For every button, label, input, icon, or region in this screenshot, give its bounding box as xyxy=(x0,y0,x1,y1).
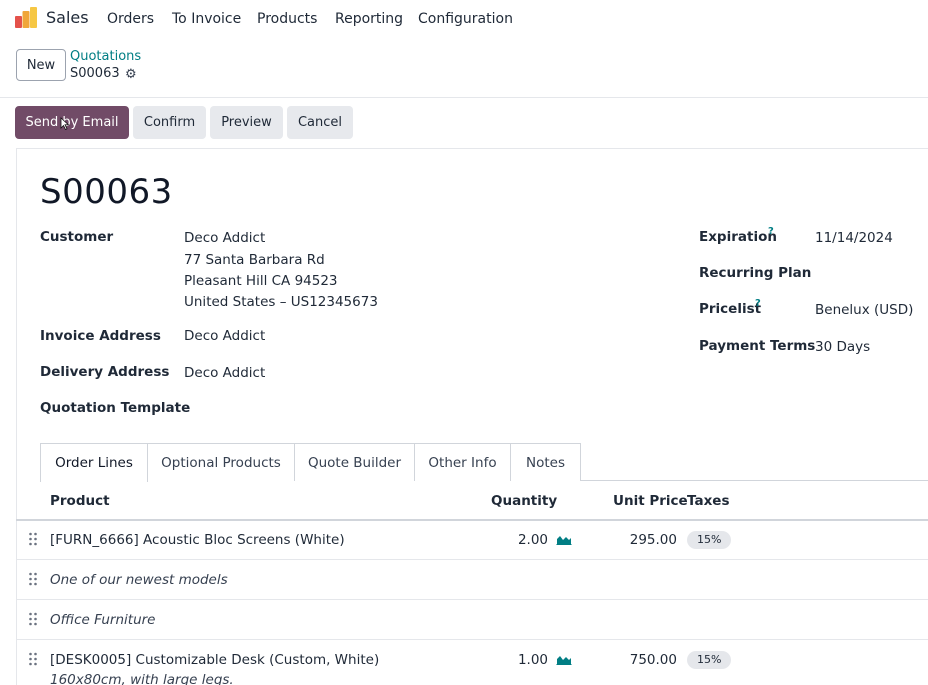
nav-products[interactable]: Products xyxy=(257,11,317,27)
nav-configuration[interactable]: Configuration xyxy=(418,11,513,27)
customer-label: Customer xyxy=(40,229,114,245)
pricelist-help-icon[interactable]: ? xyxy=(755,298,761,309)
customer-street: 77 Santa Barbara Rd xyxy=(184,252,325,268)
nav-orders[interactable]: Orders xyxy=(107,11,154,27)
control-panel: New Quotations S00063 ⚙ xyxy=(0,38,928,98)
expiration-field[interactable]: 11/14/2024 xyxy=(815,230,893,246)
forecast-chart-icon[interactable] xyxy=(556,653,572,665)
recurring-plan-label: Recurring Plan xyxy=(699,265,812,281)
invoice-address-label: Invoice Address xyxy=(40,328,161,344)
tax-badge[interactable]: 15% xyxy=(687,531,732,549)
cancel-button[interactable]: Cancel xyxy=(287,106,353,139)
table-row-quantity[interactable]: 2.00 xyxy=(488,532,548,548)
breadcrumb-quotations[interactable]: Quotations xyxy=(70,49,141,64)
pricelist-label: Pricelist xyxy=(699,301,762,317)
payment-terms-label: Payment Terms xyxy=(699,338,816,354)
sales-app-logo-icon[interactable] xyxy=(14,7,38,29)
send-by-email-button[interactable]: Send by Email xyxy=(15,106,129,139)
tab-notes[interactable]: Notes xyxy=(510,443,581,481)
table-row-description: 160x80cm, with large legs. xyxy=(50,672,234,685)
customer-city: Pleasant Hill CA 94523 xyxy=(184,273,338,289)
tab-quote-builder[interactable]: Quote Builder xyxy=(294,443,415,481)
table-row-product[interactable]: [FURN_6666] Acoustic Bloc Screens (White… xyxy=(50,532,345,548)
row-separator xyxy=(16,599,928,600)
forecast-chart-icon[interactable] xyxy=(556,533,572,545)
nav-to-invoice[interactable]: To Invoice xyxy=(172,11,241,27)
preview-button[interactable]: Preview xyxy=(210,106,283,139)
column-header-product[interactable]: Product xyxy=(50,493,110,509)
table-row-note[interactable]: One of our newest models xyxy=(50,572,228,588)
delivery-address-field[interactable]: Deco Addict xyxy=(184,365,265,381)
expiration-help-icon[interactable]: ? xyxy=(768,226,774,237)
table-row-product[interactable]: [DESK0005] Customizable Desk (Custom, Wh… xyxy=(50,652,379,668)
new-button[interactable]: New xyxy=(16,49,66,81)
delivery-address-label: Delivery Address xyxy=(40,364,170,380)
tab-optional-products[interactable]: Optional Products xyxy=(147,443,295,481)
app-name[interactable]: Sales xyxy=(46,8,89,27)
confirm-button[interactable]: Confirm xyxy=(133,106,206,139)
tab-order-lines[interactable]: Order Lines xyxy=(40,443,148,482)
tab-other-info[interactable]: Other Info xyxy=(414,443,511,481)
column-header-unit-price[interactable]: Unit Price xyxy=(613,493,688,509)
record-title: S00063 xyxy=(40,172,173,212)
table-row-quantity[interactable]: 1.00 xyxy=(488,652,548,668)
row-separator xyxy=(16,559,928,560)
quotation-template-label: Quotation Template xyxy=(40,400,191,416)
table-row-unit-price[interactable]: 295.00 xyxy=(597,532,677,548)
payment-terms-field[interactable]: 30 Days xyxy=(815,339,870,355)
nav-reporting[interactable]: Reporting xyxy=(335,11,403,27)
drag-handle-icon[interactable] xyxy=(28,532,38,546)
gear-icon[interactable]: ⚙ xyxy=(125,67,137,82)
top-navbar: Sales Orders To Invoice Products Reporti… xyxy=(0,0,928,38)
row-separator xyxy=(16,639,928,640)
column-header-quantity[interactable]: Quantity xyxy=(491,493,557,509)
form-sheet xyxy=(16,148,928,685)
drag-handle-icon[interactable] xyxy=(28,572,38,586)
breadcrumb-current: S00063 xyxy=(70,66,120,81)
table-row-section[interactable]: Office Furniture xyxy=(50,612,155,628)
customer-country: United States – US12345673 xyxy=(184,294,378,310)
invoice-address-field[interactable]: Deco Addict xyxy=(184,328,265,344)
table-header-separator xyxy=(16,519,928,521)
expiration-label: Expiration xyxy=(699,229,777,245)
column-header-taxes[interactable]: Taxes xyxy=(687,493,729,509)
pricelist-field[interactable]: Benelux (USD) xyxy=(815,302,913,318)
tax-badge[interactable]: 15% xyxy=(687,651,732,669)
drag-handle-icon[interactable] xyxy=(28,652,38,666)
table-row-unit-price[interactable]: 750.00 xyxy=(597,652,677,668)
customer-field[interactable]: Deco Addict xyxy=(184,230,265,246)
drag-handle-icon[interactable] xyxy=(28,612,38,626)
